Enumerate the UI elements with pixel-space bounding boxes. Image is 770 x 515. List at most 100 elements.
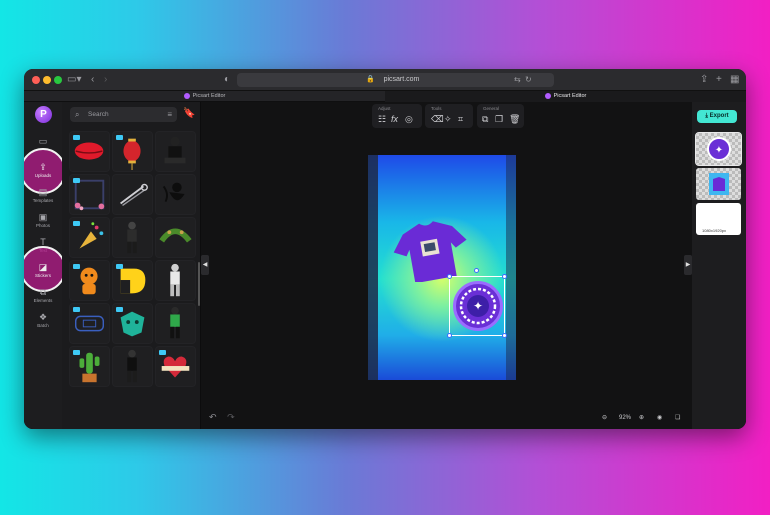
rail-item-templates[interactable]: ▤ Templates [24,187,62,204]
zoom-level[interactable]: 92% [619,411,631,425]
premium-badge-icon [116,135,123,140]
minimize-window-button[interactable] [43,76,51,84]
close-window-button[interactable] [32,76,40,84]
rail-item-batch[interactable]: ❖ Batch [24,312,62,329]
browser-window: ▭▾ ‹ › ◐ 🔒 picsart.com ⇆ ↻ ⇪ + ▦ Picsart… [24,69,746,429]
effects-fx-icon[interactable]: fx [391,113,398,125]
tab-picsart-editor-1[interactable]: Picsart Editor [24,91,385,102]
tab-overview-icon[interactable]: ▦ [730,73,739,87]
resize-handle-top-left[interactable] [447,274,452,279]
premium-badge-icon [73,221,80,226]
back-icon[interactable]: ‹ [91,73,94,87]
layer-thumb-tshirt[interactable] [696,168,741,200]
premium-badge-icon [116,264,123,269]
premium-badge-icon [73,307,80,312]
crop-icon[interactable]: ⌗ [458,113,463,125]
resize-handle-top-right[interactable] [502,274,507,279]
sticker-lantern[interactable] [112,131,153,172]
delete-icon[interactable]: 🗑 [509,113,520,125]
sticker-person-dark[interactable] [112,346,153,387]
eraser-icon[interactable]: ⌫ [431,113,444,125]
canvas-edge-shadow [368,155,378,380]
collapse-left-panel-button[interactable]: ◀ [201,255,209,275]
tshirt-image[interactable] [392,220,470,282]
collapse-right-panel-button[interactable]: ▶ [684,255,692,275]
copy-icon[interactable]: ❐ [495,113,503,125]
layer-thumb-sticker[interactable]: ✦ [695,132,742,166]
rail-item-elements[interactable]: ⧉ Elements [24,287,62,304]
duplicate-icon[interactable]: ⧉ [482,113,488,125]
new-tab-icon[interactable]: + [716,73,722,87]
sticker-safety-pin[interactable] [112,174,153,215]
toolbar-group-title: General [483,106,500,111]
rail-item-uploads[interactable]: ⇪ Uploads [24,162,62,179]
picsart-favicon-icon [544,92,551,99]
forward-icon[interactable]: › [104,73,107,87]
stickers-panel: ⌕ Search ≡ 🔖 [62,102,201,429]
rail-item-stickers[interactable]: ◪ Stickers [24,262,62,279]
upload-icon: ⇪ [39,162,47,172]
zoom-in-icon[interactable]: ⊕ [639,411,644,425]
sticker-blue-frame[interactable] [69,303,110,344]
premium-badge-icon [73,264,80,269]
rail-item-label: Elements [33,298,53,303]
resize-handle-bottom-right[interactable] [502,333,507,338]
reload-icon[interactable]: ↻ [525,73,532,87]
sticker-person-white[interactable] [155,260,196,301]
tab-picsart-editor-2[interactable]: Picsart Editor [385,91,746,102]
sticker-teal-mask[interactable] [112,303,153,344]
premium-badge-icon [159,350,166,355]
zoom-out-icon[interactable]: ⊖ [602,411,607,425]
special-offer-sticker-selection[interactable]: ✦ [447,268,507,338]
rail-item-layout[interactable]: ▭ [24,136,62,146]
blend-icon[interactable]: ◎ [405,113,413,125]
export-button[interactable]: ⤓ Export [697,110,737,123]
export-label: Export [709,113,729,119]
address-bar[interactable]: 🔒 picsart.com [237,73,554,87]
templates-icon: ▤ [38,187,48,197]
translate-icon[interactable]: ⇆ [514,73,521,87]
stickers-icon: ◪ [38,262,48,272]
sticker-yellow-heart[interactable] [112,260,153,301]
sticker-party-popper[interactable] [69,217,110,258]
maximize-window-button[interactable] [54,76,62,84]
canvas-edge-shadow [506,155,516,380]
filter-icon[interactable]: ≡ [167,107,172,122]
sticker-heart-ribbon[interactable] [155,346,196,387]
magic-wand-icon[interactable]: ✧ [444,113,452,125]
sticker-cactus[interactable] [69,346,110,387]
sticker-tiger[interactable] [69,260,110,301]
panel-scrollbar[interactable] [198,262,200,306]
rotate-handle[interactable] [474,268,479,273]
preview-eye-icon[interactable]: ◉ [657,411,662,425]
sticker-floral-frame[interactable] [69,174,110,215]
sticker-person-standing[interactable] [112,217,153,258]
undo-icon[interactable]: ↶ [209,412,217,422]
sidebar-toggle-icon[interactable]: ▭▾ [67,73,81,87]
picsart-logo[interactable]: P [35,106,52,123]
shield-icon[interactable]: ◐ [224,73,230,87]
design-canvas[interactable]: ✦ [368,155,516,380]
search-input[interactable]: ⌕ Search ≡ [70,107,177,122]
adjust-sliders-icon[interactable]: ☷ [378,113,386,125]
bookmark-icon[interactable]: 🔖 [183,108,195,120]
sticker-person-sitting[interactable] [155,131,196,172]
sticker-wreath[interactable] [155,217,196,258]
rail-item-label: Stickers [34,273,51,278]
share-icon[interactable]: ⇪ [700,73,708,87]
premium-badge-icon [73,135,80,140]
premium-badge-icon [73,350,80,355]
sticker-person-green[interactable] [155,303,196,344]
rail-item-photos[interactable]: ▣ Photos [24,212,62,229]
layer-thumb-background[interactable]: 1080x1920px [696,203,741,235]
sticker-cupid[interactable] [155,174,196,215]
search-placeholder: Search [88,111,109,118]
right-panel: ⤓ Export ✦ 1080x1920px [692,102,746,429]
tab-label: Picsart Editor [553,93,587,99]
layers-icon[interactable]: ❏ [675,411,680,425]
redo-icon[interactable]: ↷ [227,412,235,422]
sticker-lips[interactable] [69,131,110,172]
resize-handle-bottom-left[interactable] [447,333,452,338]
special-offer-sticker[interactable]: ✦ [453,281,503,331]
logo-letter: P [40,109,47,120]
